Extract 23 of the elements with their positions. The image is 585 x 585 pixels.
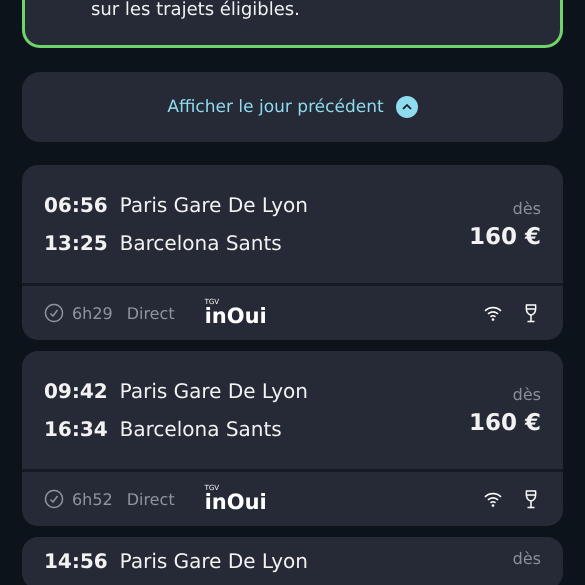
arrival-time: 16:34 (44, 417, 108, 441)
price: 160 € (468, 410, 541, 436)
chevron-up-icon (396, 96, 418, 118)
price-prefix: dès (512, 198, 541, 218)
duration: 6h52 (72, 490, 113, 508)
arrival-station: Barcelona Sants (120, 417, 282, 441)
departure-time: 06:56 (44, 193, 108, 217)
duration: 6h29 (72, 304, 113, 322)
trip-type: Direct (126, 490, 175, 508)
departure-station: Paris Gare De Lyon (120, 549, 308, 573)
arrival-time: 13:25 (44, 231, 108, 255)
arrival-station: Barcelona Sants (120, 231, 282, 255)
departure-station: Paris Gare De Lyon (120, 379, 308, 403)
banner-text: sur les trajets éligibles. (91, 0, 301, 20)
price-prefix: dès (512, 384, 541, 404)
price: 160 € (468, 224, 541, 250)
trip-type: Direct (126, 304, 175, 322)
departure-time: 09:42 (44, 379, 108, 403)
departure-time: 14:56 (44, 549, 108, 573)
previous-day-button[interactable]: Afficher le jour précédent (22, 72, 563, 142)
departure-station: Paris Gare De Lyon (120, 193, 308, 217)
trip-card[interactable]: 14:56 Paris Gare De Lyon dès (22, 537, 563, 585)
price-prefix: dès (512, 549, 541, 568)
